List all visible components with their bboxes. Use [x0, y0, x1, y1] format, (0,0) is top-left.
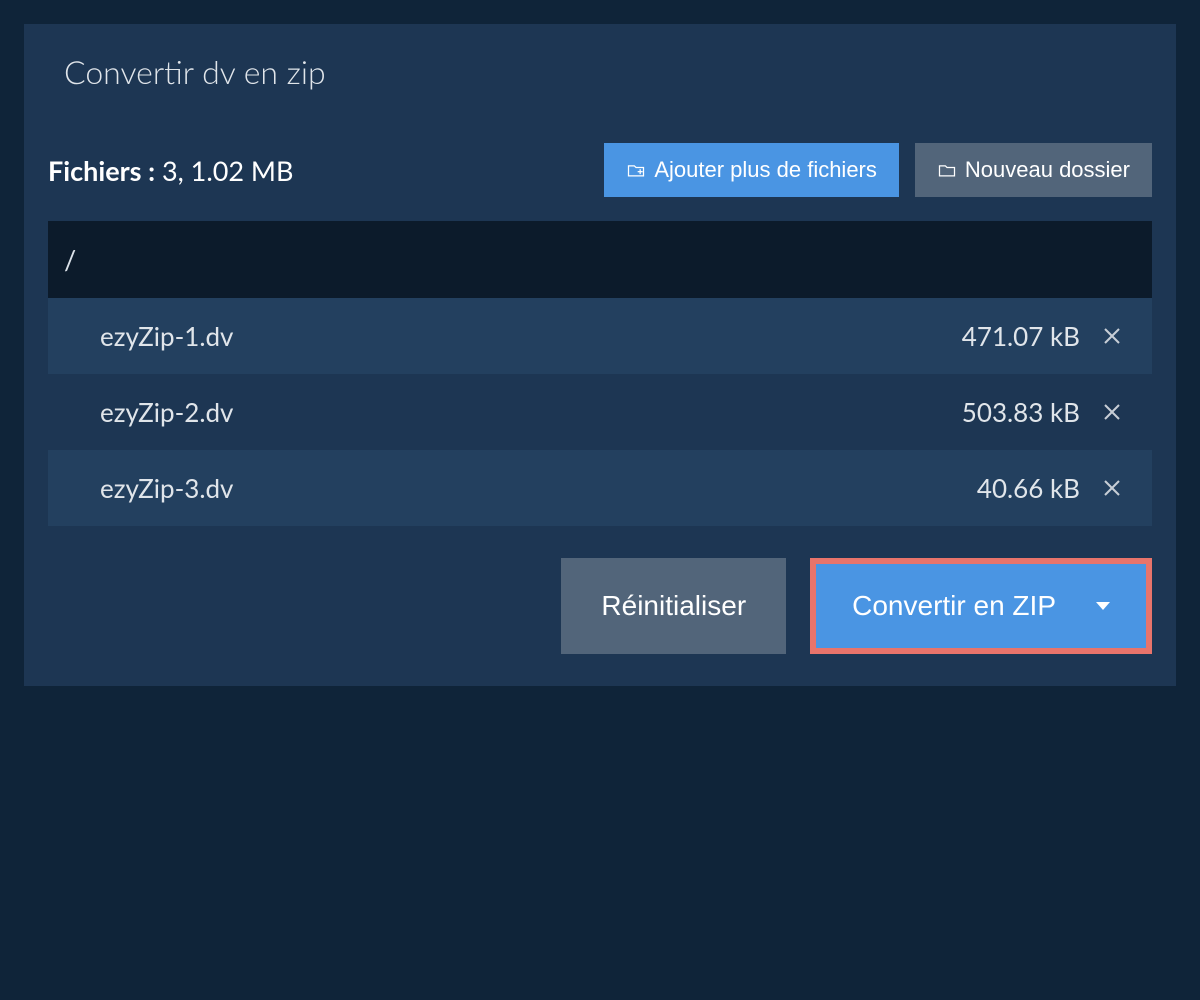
- bottom-actions: Réinitialiser Convertir en ZIP: [48, 558, 1152, 662]
- close-icon[interactable]: [1100, 324, 1124, 348]
- file-summary-label: Fichiers :: [48, 154, 155, 187]
- reset-label: Réinitialiser: [601, 590, 746, 622]
- toolbar: Fichiers : 3, 1.02 MB Ajouter plus de fi…: [48, 143, 1152, 197]
- toolbar-buttons: Ajouter plus de fichiers Nouveau dossier: [604, 143, 1152, 197]
- panel-body: Fichiers : 3, 1.02 MB Ajouter plus de fi…: [24, 119, 1176, 686]
- file-list: / ezyZip-1.dv 471.07 kB ezyZip-2.dv 503.83 …: [48, 221, 1152, 526]
- convert-label: Convertir en ZIP: [852, 590, 1056, 622]
- close-icon[interactable]: [1100, 476, 1124, 500]
- file-meta: 471.07 kB: [962, 320, 1124, 352]
- file-row: ezyZip-3.dv 40.66 kB: [48, 450, 1152, 526]
- convert-button[interactable]: Convertir en ZIP: [816, 564, 1146, 648]
- close-icon[interactable]: [1100, 400, 1124, 424]
- convert-button-highlight: Convertir en ZIP: [810, 558, 1152, 654]
- file-name: ezyZip-2.dv: [76, 396, 233, 428]
- file-name: ezyZip-3.dv: [76, 472, 233, 504]
- file-size: 471.07 kB: [962, 320, 1080, 352]
- reset-button[interactable]: Réinitialiser: [561, 558, 786, 654]
- new-folder-label: Nouveau dossier: [965, 157, 1130, 183]
- folder-add-icon: [626, 160, 646, 180]
- conversion-panel: Convertir dv en zip Fichiers : 3, 1.02 M…: [24, 24, 1176, 686]
- caret-down-icon: [1096, 602, 1110, 610]
- file-meta: 40.66 kB: [977, 472, 1124, 504]
- folder-icon: [937, 160, 957, 180]
- file-row: ezyZip-1.dv 471.07 kB: [48, 298, 1152, 374]
- path-row[interactable]: /: [48, 221, 1152, 298]
- file-row: ezyZip-2.dv 503.83 kB: [48, 374, 1152, 450]
- file-summary: Fichiers : 3, 1.02 MB: [48, 154, 293, 187]
- file-size: 40.66 kB: [977, 472, 1080, 504]
- add-files-label: Ajouter plus de fichiers: [654, 157, 877, 183]
- new-folder-button[interactable]: Nouveau dossier: [915, 143, 1152, 197]
- tab-title: Convertir dv en zip: [24, 24, 366, 119]
- file-meta: 503.83 kB: [962, 396, 1124, 428]
- add-files-button[interactable]: Ajouter plus de fichiers: [604, 143, 899, 197]
- file-name: ezyZip-1.dv: [76, 320, 233, 352]
- file-size: 503.83 kB: [962, 396, 1080, 428]
- file-summary-value: 3, 1.02 MB: [162, 154, 294, 187]
